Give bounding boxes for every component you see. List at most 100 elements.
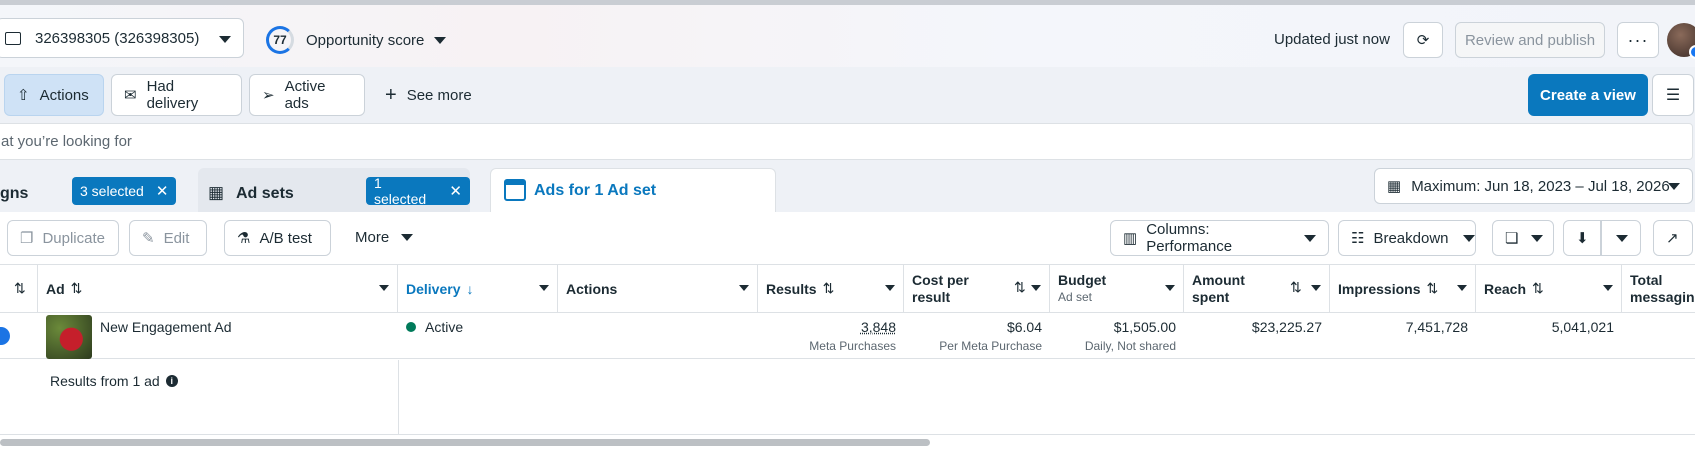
column-header-ad[interactable]: Ad ⇅	[38, 265, 398, 312]
account-selector[interactable]: 326398305 (326398305)	[0, 18, 244, 58]
more-options-button[interactable]: ···	[1617, 22, 1659, 58]
ab-test-button[interactable]: ⚗ A/B test	[224, 220, 331, 256]
results-value[interactable]: 3,848	[861, 319, 896, 335]
budget-sublabel: Ad set	[1058, 289, 1093, 304]
flask-icon: ⚗	[237, 230, 251, 247]
column-header-budget-label: Budget Ad set	[1058, 272, 1106, 306]
column-header-select[interactable]: ⇅	[0, 265, 38, 312]
cost-sub: Per Meta Purchase	[939, 339, 1042, 353]
column-header-budget[interactable]: Budget Ad set	[1050, 265, 1184, 312]
filter-actions[interactable]: ⇧ Actions	[4, 74, 104, 116]
review-publish-button[interactable]: Review and publish	[1455, 22, 1605, 58]
filter-settings-button[interactable]: ☰	[1652, 74, 1694, 116]
tab-campaigns[interactable]: gns 3 selected ✕	[0, 168, 185, 214]
column-header-total-messaging[interactable]: Total messaging	[1622, 265, 1695, 312]
charts-button[interactable]: ↗	[1653, 220, 1693, 256]
create-view-button[interactable]: Create a view	[1528, 74, 1648, 116]
top-bar: 326398305 (326398305) 77 Opportunity sco…	[0, 5, 1695, 67]
filter-had-delivery-label: Had delivery	[146, 78, 199, 112]
column-header-amount-label: Amount spent	[1192, 272, 1245, 306]
chevron-down-icon[interactable]	[739, 285, 749, 291]
column-header-actions[interactable]: Actions	[558, 265, 758, 312]
search-input[interactable]: at you’re looking for	[0, 123, 1693, 160]
tab-ads-label: Ads for 1 Ad set	[534, 182, 657, 199]
edit-button[interactable]: ✎ Edit	[129, 220, 207, 256]
cost-value: $6.04	[1006, 319, 1042, 335]
chevron-down-icon[interactable]	[1603, 285, 1613, 291]
filter-active-ads[interactable]: ➢ Active ads	[249, 74, 365, 116]
chevron-down-icon[interactable]	[1165, 285, 1175, 291]
horizontal-scrollbar[interactable]	[0, 439, 930, 446]
column-header-results[interactable]: Results ⇅	[758, 265, 904, 312]
tab-ads[interactable]: Ads for 1 Ad set	[490, 168, 776, 214]
filter-had-delivery[interactable]: ✉ Had delivery	[111, 74, 242, 116]
table-total-row: Results from 1 ad i	[0, 360, 1695, 430]
refresh-icon: ⟳	[1416, 32, 1430, 49]
status-dot-icon	[406, 322, 416, 332]
ad-name-cell[interactable]: New Engagement Ad	[92, 313, 392, 359]
amount-spent-cell: $23,225.27	[1184, 313, 1330, 359]
export-options-button[interactable]	[1601, 220, 1641, 256]
table-row[interactable]: New Engagement Ad Active 3,848 Meta Purc…	[0, 313, 1695, 359]
column-divider	[398, 360, 399, 434]
chevron-down-icon[interactable]	[885, 285, 895, 291]
results-footnote-label: Results from 1 ad	[50, 373, 160, 389]
info-icon[interactable]: i	[165, 375, 178, 387]
column-header-total-messaging-label: Total messaging	[1630, 272, 1695, 306]
refresh-button[interactable]: ⟳	[1403, 22, 1443, 58]
chevron-down-icon[interactable]	[1311, 285, 1321, 291]
send-icon: ➢	[262, 87, 275, 104]
sort-desc-icon: ↓	[466, 280, 474, 297]
chevron-down-icon	[1616, 234, 1628, 242]
chevron-down-icon[interactable]	[379, 285, 389, 291]
sort-icon: ⇅	[822, 280, 835, 296]
close-icon[interactable]: ✕	[449, 182, 462, 200]
ad-name[interactable]: New Engagement Ad	[100, 319, 232, 335]
export-button[interactable]: ⬇	[1563, 220, 1601, 256]
chevron-down-icon	[219, 36, 231, 43]
tab-ad-sets[interactable]: ▦ Ad sets 1 selected ✕	[198, 168, 470, 214]
cost-label-line1: Cost per	[912, 271, 969, 288]
cost-label-line2: result	[912, 288, 951, 305]
duplicate-button[interactable]: ❐ Duplicate	[7, 220, 119, 256]
chevron-down-icon	[1462, 234, 1475, 242]
cost-cell: $6.04 Per Meta Purchase	[904, 313, 1050, 359]
column-header-results-label: Results	[766, 280, 817, 297]
sort-icon: ⇅	[1532, 280, 1544, 296]
table-bottom-border	[0, 434, 1695, 435]
campaigns-selected-badge[interactable]: 3 selected ✕	[72, 177, 177, 205]
column-header-delivery[interactable]: Delivery ↓	[398, 265, 558, 312]
sort-icon: ⇅	[1014, 279, 1026, 295]
reports-button[interactable]: ❏	[1492, 220, 1554, 256]
delivery-cell: Active	[398, 313, 558, 359]
more-button[interactable]: More	[355, 229, 414, 246]
see-more-label: See more	[406, 87, 472, 104]
chevron-down-icon[interactable]	[1457, 285, 1467, 291]
date-range-picker[interactable]: ▦ Maximum: Jun 18, 2023 – Jul 18, 2026	[1374, 168, 1693, 204]
calendar-icon: ▦	[1387, 178, 1402, 195]
tab-campaigns-label: gns	[0, 185, 29, 202]
see-more-button[interactable]: + See more	[385, 84, 472, 107]
download-icon: ⬇	[1576, 230, 1589, 247]
opportunity-score[interactable]: 77 Opportunity score	[266, 26, 447, 54]
column-header-impressions[interactable]: Impressions ⇅	[1330, 265, 1476, 312]
ad-toggle[interactable]	[0, 327, 10, 345]
breakdown-icon: ☷	[1351, 230, 1365, 247]
adsets-selected-badge[interactable]: 1 selected ✕	[366, 175, 470, 207]
column-header-reach[interactable]: Reach ⇅	[1476, 265, 1622, 312]
account-label: 326398305 (326398305)	[35, 29, 200, 47]
chevron-down-icon[interactable]	[539, 285, 549, 291]
chevron-down-icon	[1531, 234, 1544, 242]
column-header-cost-per-result[interactable]: Cost per result ⇅	[904, 265, 1050, 312]
column-header-amount-spent[interactable]: Amount spent ⇅	[1184, 265, 1330, 312]
date-range-label: Maximum: Jun 18, 2023 – Jul 18, 2026	[1411, 177, 1670, 195]
sliders-icon: ☰	[1665, 87, 1681, 104]
chevron-down-icon	[1304, 234, 1316, 242]
breakdown-button[interactable]: ☷ Breakdown	[1338, 220, 1476, 256]
avatar[interactable]	[1667, 23, 1695, 59]
columns-button[interactable]: ▥ Columns: Performance	[1110, 220, 1329, 256]
opportunity-score-ring: 77	[266, 26, 294, 54]
upload-circle-icon: ⇧	[17, 87, 30, 104]
close-icon[interactable]: ✕	[156, 182, 169, 200]
chevron-down-icon[interactable]	[1031, 285, 1041, 291]
